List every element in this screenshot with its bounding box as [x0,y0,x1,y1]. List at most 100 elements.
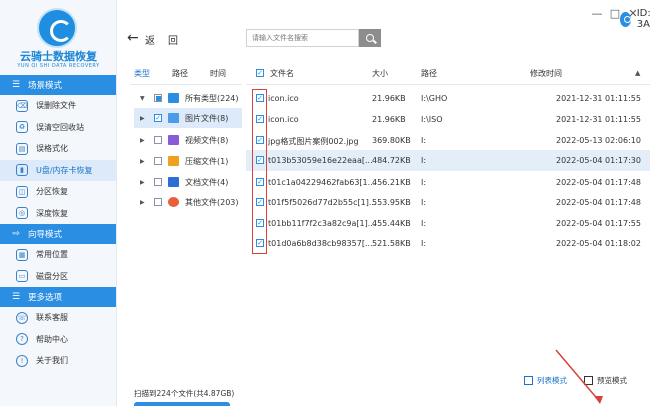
file-size: 456.21KB [372,178,411,187]
sidebar-item-label: U盘/内存卡恢复 [36,165,93,175]
tree-item-images[interactable]: ▶ ✓ 图片文件(8) [134,108,242,128]
sidebar-item-usb-recovery[interactable]: ▮ U盘/内存卡恢复 [0,159,116,181]
tree-checkbox[interactable] [154,94,162,102]
expand-caret-icon[interactable]: ▶ [140,199,148,206]
sidebar-item-format[interactable]: ▤ 误格式化 [0,138,116,160]
document-file-icon [168,177,179,187]
column-header-name[interactable]: 文件名 [270,68,294,79]
minimize-button[interactable]: — [590,7,604,21]
file-path: I: [421,178,427,187]
sidebar-item-common-locations[interactable]: ▦ 常用位置 [0,244,116,266]
close-button[interactable]: ✕ [626,7,640,21]
sidebar-item-label: 深度恢复 [36,208,68,218]
tree-item-other[interactable]: ▶ 其他文件(203) [134,192,242,212]
table-row[interactable]: ✓ t013b53059e16e22eaa[... 484.72KB I: 20… [246,150,650,171]
menu-icon: ☰ [11,292,21,302]
tree-item-videos[interactable]: ▶ 视频文件(8) [134,130,242,150]
tree-item-label: 视频文件(8) [185,135,229,145]
sort-caret-icon[interactable]: ▲ [635,69,640,77]
tree-item-label: 文档文件(4) [185,177,229,187]
table-row[interactable]: ✓ t01f5f5026d77d2b55c[1]... 553.95KB I: … [246,192,650,213]
column-header-modified[interactable]: 修改时间 [530,68,562,79]
search-button[interactable] [359,29,381,47]
tree-item-archives[interactable]: ▶ 压缩文件(1) [134,151,242,171]
tree-checkbox[interactable] [154,157,162,165]
expand-caret-icon[interactable]: ▶ [140,179,148,186]
expand-caret-icon[interactable]: ▶ [140,137,148,144]
tree-item-label: 其他文件(203) [185,197,239,207]
tree-item-all-types[interactable]: ▼ 所有类型(224) [134,88,242,108]
table-row[interactable]: ✓ t01d0a6b8d38cb98357[... 521.58KB I: 20… [246,233,650,254]
tree-checkbox[interactable] [154,136,162,144]
search-input[interactable] [246,29,359,47]
expand-caret-icon[interactable]: ▶ [140,115,148,122]
section-label: 更多选项 [28,293,63,303]
maximize-button[interactable]: □ [608,7,622,21]
sidebar-item-deep-recovery[interactable]: ◎ 深度恢复 [0,203,116,225]
app-logo: 云骑士数据恢复 YUN QI SHI DATA RECOVERY [0,0,116,75]
sidebar-item-contact-support[interactable]: ☏ 联系客服 [0,307,116,329]
expand-caret-icon[interactable]: ▼ [140,95,148,102]
sidebar-item-partition-recovery[interactable]: ◫ 分区恢复 [0,181,116,203]
table-header: ✓ 文件名 大小 路径 修改时间 [254,68,650,82]
expand-caret-icon[interactable]: ▶ [140,158,148,165]
divider [130,84,242,85]
column-header-path[interactable]: 路径 [421,68,437,79]
sidebar-item-label: 分区恢复 [36,187,68,197]
tree-tabs: 类型 路径 时间 [134,68,248,79]
recycle-bin-icon: ♻ [16,121,28,134]
disk-icon: ▭ [16,270,28,283]
file-path: I: [421,136,427,145]
sidebar-item-label: 磁盘分区 [36,271,68,281]
sidebar-item-help-center[interactable]: ? 帮助中心 [0,329,116,351]
tree-checkbox[interactable] [154,198,162,206]
deep-scan-icon: ◎ [16,207,28,220]
section-label: 向导模式 [28,230,63,240]
tree-item-documents[interactable]: ▶ 文档文件(4) [134,172,242,192]
table-row[interactable]: ✓ icon.ico 21.96KB I:\ISO 2021-12-31 01:… [246,109,650,130]
file-name: t01c1a04229462fab63[1... [268,178,376,187]
back-button[interactable]: 返 [145,32,155,47]
section-header-scene-mode: ☰ 场景模式 [0,75,116,95]
sidebar-item-label: 联系客服 [36,313,68,323]
sidebar-item-recycle-bin[interactable]: ♻ 误清空回收站 [0,117,116,139]
tree-checkbox[interactable]: ✓ [154,114,162,122]
table-row[interactable]: ✓ jpg格式图片案例002.jpg 369.80KB I: 2022-05-1… [246,130,650,151]
help-icon: ? [16,333,28,346]
table-row[interactable]: ✓ icon.ico 21.96KB I:\GHO 2021-12-31 01:… [246,88,650,109]
file-modified: 2022-05-04 01:17:48 [556,178,641,187]
return-button[interactable]: 回 [168,32,178,47]
search-icon [366,34,374,42]
section-header-more-options: ☰ 更多选项 [0,287,116,307]
table-row[interactable]: ✓ t01c1a04229462fab63[1... 456.21KB I: 2… [246,172,650,193]
column-header-size[interactable]: 大小 [372,68,388,79]
file-modified: 2021-12-31 01:11:55 [556,115,641,124]
back-arrow-icon[interactable]: ← [127,30,139,46]
file-modified: 2021-12-31 01:11:55 [556,94,641,103]
tab-path[interactable]: 路径 [172,68,188,79]
delete-file-icon: ⌫ [16,99,28,112]
other-file-icon [168,197,179,207]
file-modified: 2022-05-04 01:18:02 [556,239,641,248]
tab-time[interactable]: 时间 [210,68,226,79]
folder-icon [168,93,179,103]
tree-item-label: 所有类型(224) [185,93,239,103]
recover-button[interactable] [134,402,230,406]
file-name: icon.ico [268,115,299,124]
file-name: t01d0a6b8d38cb98357[... [268,239,373,248]
sidebar-item-deleted-files[interactable]: ⌫ 误删除文件 [0,95,116,117]
file-path: I:\GHO [421,94,448,103]
tab-type[interactable]: 类型 [134,68,150,79]
list-view-icon [524,376,533,385]
file-size: 21.96KB [372,94,406,103]
table-row[interactable]: ✓ t01bb11f7f2c3a82c9a[1]... 455.44KB I: … [246,213,650,234]
select-all-checkbox[interactable]: ✓ [256,69,264,77]
tree-checkbox[interactable] [154,178,162,186]
annotation-arrow-icon [555,349,603,404]
section-header-wizard-mode: ⇨ 向导模式 [0,224,116,244]
partition-icon: ◫ [16,185,28,198]
sidebar-item-label: 误清空回收站 [36,122,84,132]
sidebar-item-about-us[interactable]: ! 关于我们 [0,350,116,372]
sidebar-item-disk-partitions[interactable]: ▭ 磁盘分区 [0,266,116,288]
section-label: 场景模式 [28,81,63,91]
